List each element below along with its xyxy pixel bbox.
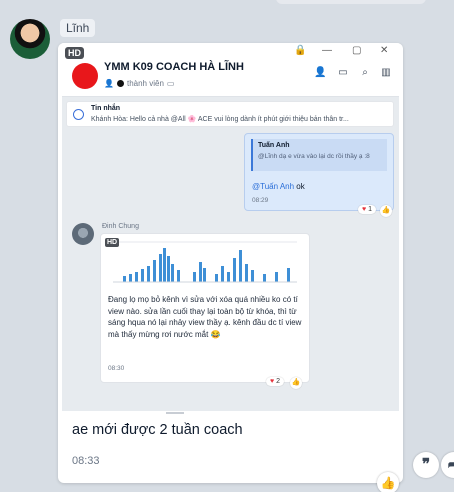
like-icon[interactable]: 👍 [377, 472, 399, 492]
close-icon: ✕ [380, 45, 389, 56]
reaction-count: 2 [276, 378, 281, 385]
quote-icon[interactable]: ❞ [413, 452, 439, 478]
my-message: Tuấn Anh @Lĩnh dạ e vừa vào lại dc rồi t… [244, 133, 394, 211]
lock-icon: 🔒 [294, 45, 307, 56]
my-message-text: @Tuấn Anh ok [252, 182, 305, 191]
sender-name: Lĩnh [60, 19, 96, 37]
message-text: ae mới được 2 tuần coach [72, 422, 243, 438]
quote-text: @Lĩnh dạ e vừa vào lại dc rồi thầy ạ :8 [258, 153, 370, 160]
heart-icon: ♥ [362, 206, 367, 213]
group-subtitle: 👤 thành viên ▭ [104, 79, 174, 88]
hd-badge: HD [105, 238, 120, 247]
previous-message-edge [276, 0, 426, 4]
pinned-text: Khánh Hòa: Hello cả nhà @All 🌸 ACE vui l… [91, 116, 349, 123]
member-dot [116, 80, 124, 87]
reaction-badge: ♥ 1 [358, 205, 377, 214]
hd-badge: HD [65, 47, 84, 59]
sidebar-icon: ▥ [381, 67, 391, 78]
avatar [72, 223, 94, 245]
reaction-count: 1 [368, 206, 373, 213]
analytics-chart-thumbnail [113, 241, 297, 283]
group-avatar [72, 63, 98, 89]
message-bubble[interactable]: HD 🔒 — ▢ ✕ YMM K09 COACH HÀ LĨNH 👤 thành… [58, 43, 403, 483]
message-icon [73, 109, 84, 120]
like-icon: 👍 [380, 205, 392, 217]
chat-header: HD 🔒 — ▢ ✕ YMM K09 COACH HÀ LĨNH 👤 thành… [62, 43, 399, 97]
maximize-icon: ▢ [352, 45, 362, 56]
screenshot-image[interactable]: HD 🔒 — ▢ ✕ YMM K09 COACH HÀ LĨNH 👤 thành… [62, 43, 399, 411]
other-message-time: 08:30 [108, 365, 125, 372]
tag-icon: ▭ [166, 79, 175, 88]
group-title: YMM K09 COACH HÀ LĨNH [104, 61, 244, 73]
minimize-icon: — [322, 45, 332, 56]
divider [166, 412, 184, 414]
my-message-body: ok [294, 182, 305, 191]
pinned-message: Tin nhắn Khánh Hòa: Hello cả nhà @All 🌸 … [66, 101, 394, 127]
chart-bars [123, 248, 290, 282]
reaction-badge: ♥ 2 [266, 377, 285, 386]
my-message-time: 08:29 [252, 197, 269, 204]
member-icon: 👤 [104, 79, 114, 88]
like-icon: 👍 [290, 377, 302, 389]
mention: @Tuấn Anh [252, 182, 295, 191]
search-icon: ⌕ [362, 67, 368, 78]
member-label: thành viên [126, 79, 164, 88]
sender-name: Đinh Chung [102, 223, 139, 230]
other-message-text: Đang lọ mọ bỏ kênh vì sửa với xóa quá nh… [108, 295, 302, 339]
other-message: HD Đang lọ mọ bỏ kênh vì sửa với xóa quá… [100, 233, 310, 383]
quoted-message: Tuấn Anh @Lĩnh dạ e vừa vào lại dc rồi t… [251, 139, 387, 171]
message-time: 08:33 [72, 455, 100, 467]
avatar[interactable] [10, 19, 50, 59]
add-member-icon: 👤 [314, 67, 327, 78]
quote-author: Tuấn Anh [258, 142, 290, 149]
heart-icon: ♥ [270, 378, 275, 385]
share-icon[interactable]: ➦ [441, 452, 454, 478]
video-call-icon: ▭ [338, 67, 348, 78]
analytics-image: HD [103, 236, 307, 286]
pinned-title: Tin nhắn [91, 105, 121, 112]
